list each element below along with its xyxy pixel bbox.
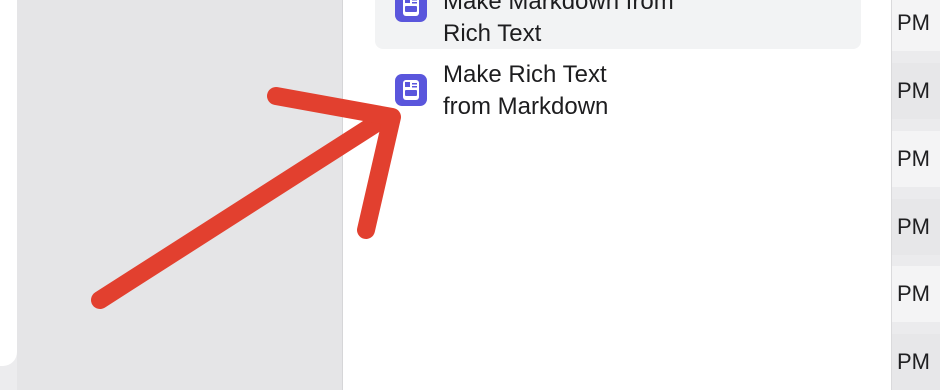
sidebar-background: [17, 0, 342, 390]
action-item-label-line-1: Make Markdown from: [443, 0, 674, 15]
time-cell: PM: [892, 266, 940, 322]
time-cell: PM: [892, 131, 940, 187]
action-item-label: Make Markdown from Rich Text: [443, 0, 674, 50]
time-cell: PM: [892, 0, 940, 51]
action-item-label-line-2: Rich Text: [443, 20, 542, 47]
time-column: PM PM PM PM PM PM: [891, 0, 940, 390]
time-cell: PM: [892, 63, 940, 119]
action-item-label-line-1: Make Rich Text: [443, 61, 607, 88]
action-item-make-rich-text-from-markdown[interactable]: Make Rich Text from Markdown: [375, 59, 861, 125]
time-cell: PM: [892, 334, 940, 390]
action-item-make-markdown-from-rich-text[interactable]: Make Markdown from Rich Text: [375, 0, 861, 49]
time-cell: PM: [892, 199, 940, 255]
action-list: Make Markdown from Rich Text Make Rich T…: [342, 0, 891, 390]
action-item-label-line-2: from Markdown: [443, 93, 609, 120]
rich-text-icon: [395, 0, 427, 22]
rich-text-icon: [395, 74, 427, 106]
sidebar-pane: [0, 0, 342, 390]
sidebar-card: [0, 0, 17, 366]
action-item-label: Make Rich Text from Markdown: [443, 59, 608, 123]
